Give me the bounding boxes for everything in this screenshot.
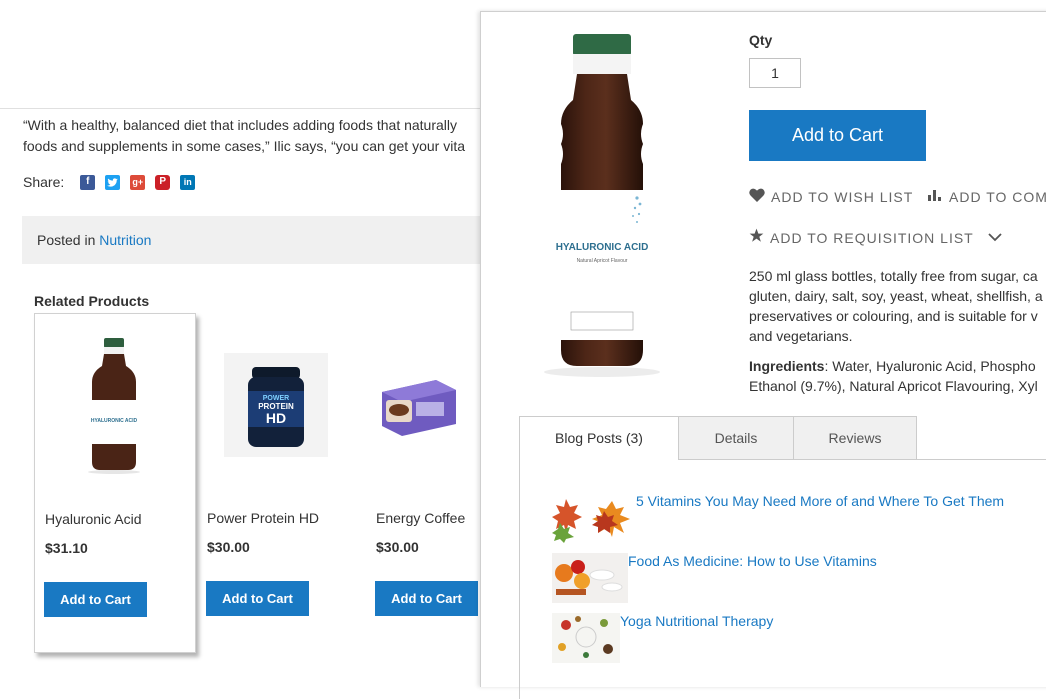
blog-post-link[interactable]: Yoga Nutritional Therapy bbox=[620, 613, 773, 629]
description-line: preservatives or colouring, and is suita… bbox=[749, 308, 1038, 324]
bottle-sublabel: Natural Apricot Flavour bbox=[577, 258, 628, 264]
product-price: $30.00 bbox=[207, 539, 250, 555]
related-products-title: Related Products bbox=[34, 293, 150, 309]
related-product-card[interactable]: POWER PROTEIN HD Power Protein HD $30.00… bbox=[197, 313, 357, 651]
qty-label: Qty bbox=[749, 32, 773, 48]
ingredients-text: Ethanol (9.7%), Natural Apricot Flavouri… bbox=[749, 378, 1038, 394]
add-to-cart-button[interactable]: Add to Cart bbox=[206, 581, 309, 616]
svg-text:HD: HD bbox=[266, 410, 286, 426]
star-icon bbox=[749, 228, 764, 247]
product-image-power-protein[interactable]: POWER PROTEIN HD bbox=[207, 325, 345, 485]
tab-reviews[interactable]: Reviews bbox=[793, 416, 917, 460]
blog-post-link[interactable]: 5 Vitamins You May Need More of and Wher… bbox=[636, 493, 1004, 509]
tab-blog-posts[interactable]: Blog Posts (3) bbox=[519, 416, 679, 460]
blog-post-link[interactable]: Food As Medicine: How to Use Vitamins bbox=[628, 553, 877, 569]
blog-quote: “With a healthy, balanced diet that incl… bbox=[23, 115, 493, 157]
svg-text:POWER: POWER bbox=[263, 395, 289, 402]
autumn-leaves-thumbnail[interactable] bbox=[552, 493, 636, 548]
herbs-spices-thumbnail[interactable] bbox=[552, 613, 620, 668]
add-to-compare-link[interactable]: ADD TO COM bbox=[928, 188, 1046, 205]
add-to-requisition-list-link[interactable]: ADD TO REQUISITION LIST bbox=[749, 228, 1008, 247]
wish-list-label: ADD TO WISH LIST bbox=[771, 189, 914, 205]
add-to-cart-button[interactable]: Add to Cart bbox=[749, 110, 926, 161]
blog-post-item[interactable]: Food As Medicine: How to Use Vitamins bbox=[552, 553, 877, 608]
product-name[interactable]: Energy Coffee bbox=[376, 510, 465, 526]
share-row: Share: f g+ P in bbox=[23, 173, 205, 191]
related-product-card[interactable]: HYALURONIC ACID Hyaluronic Acid $31.10 A… bbox=[34, 313, 196, 653]
vitamins-food-thumbnail[interactable] bbox=[552, 553, 628, 608]
facebook-icon[interactable]: f bbox=[80, 174, 96, 190]
blog-post-page: “With a healthy, balanced diet that incl… bbox=[0, 108, 500, 676]
product-detail-panel: HYALURONIC ACID Natural Apricot Flavour … bbox=[480, 11, 1046, 699]
add-to-cart-button[interactable]: Add to Cart bbox=[375, 581, 478, 616]
compare-label: ADD TO COM bbox=[949, 188, 1046, 205]
pinterest-icon[interactable]: P bbox=[155, 174, 171, 190]
bar-chart-icon bbox=[928, 188, 943, 205]
product-main-image[interactable]: HYALURONIC ACID Natural Apricot Flavour bbox=[531, 32, 671, 382]
blog-post-item[interactable]: Yoga Nutritional Therapy bbox=[552, 613, 773, 668]
product-ingredients: Ingredients: Water, Hyaluronic Acid, Pho… bbox=[749, 356, 1046, 396]
product-description: 250 ml glass bottles, totally free from … bbox=[749, 266, 1046, 346]
tab-details[interactable]: Details bbox=[678, 416, 794, 460]
blog-post-item[interactable]: 5 Vitamins You May Need More of and Wher… bbox=[552, 493, 1004, 548]
heart-icon bbox=[749, 188, 765, 206]
description-line: and vegetarians. bbox=[749, 328, 853, 344]
linkedin-icon[interactable]: in bbox=[180, 174, 196, 190]
posted-in-bar: Posted in Nutrition bbox=[22, 216, 492, 264]
add-to-wish-list-link[interactable]: ADD TO WISH LIST bbox=[749, 188, 913, 206]
requisition-label: ADD TO REQUISITION LIST bbox=[770, 229, 974, 246]
qty-input[interactable] bbox=[749, 58, 801, 88]
share-label: Share: bbox=[23, 174, 65, 190]
product-tabs: Blog Posts (3) Details Reviews bbox=[519, 416, 917, 460]
chevron-down-icon[interactable] bbox=[988, 229, 1002, 246]
product-image-hyaluronic-acid[interactable]: HYALURONIC ACID bbox=[45, 326, 183, 486]
product-price: $31.10 bbox=[45, 540, 88, 556]
description-line: 250 ml glass bottles, totally free from … bbox=[749, 268, 1038, 284]
ingredients-label: Ingredients bbox=[749, 358, 825, 374]
posted-prefix: Posted in bbox=[37, 232, 100, 248]
add-to-cart-button[interactable]: Add to Cart bbox=[44, 582, 147, 617]
twitter-icon[interactable] bbox=[105, 174, 121, 190]
product-name[interactable]: Hyaluronic Acid bbox=[45, 511, 142, 527]
product-price: $30.00 bbox=[376, 539, 419, 555]
category-link-nutrition[interactable]: Nutrition bbox=[99, 232, 151, 248]
bottle-label: HYALURONIC ACID bbox=[556, 242, 649, 253]
quote-line: foods and supplements in some cases,” Il… bbox=[23, 138, 465, 154]
blog-posts-panel: 5 Vitamins You May Need More of and Wher… bbox=[519, 459, 1046, 699]
svg-text:HYALURONIC ACID: HYALURONIC ACID bbox=[91, 418, 138, 424]
google-plus-icon[interactable]: g+ bbox=[130, 174, 146, 190]
ingredients-text: : Water, Hyaluronic Acid, Phospho bbox=[824, 358, 1036, 374]
product-name[interactable]: Power Protein HD bbox=[207, 510, 319, 526]
quote-line: “With a healthy, balanced diet that incl… bbox=[23, 117, 458, 133]
description-line: gluten, dairy, salt, soy, yeast, wheat, … bbox=[749, 288, 1043, 304]
